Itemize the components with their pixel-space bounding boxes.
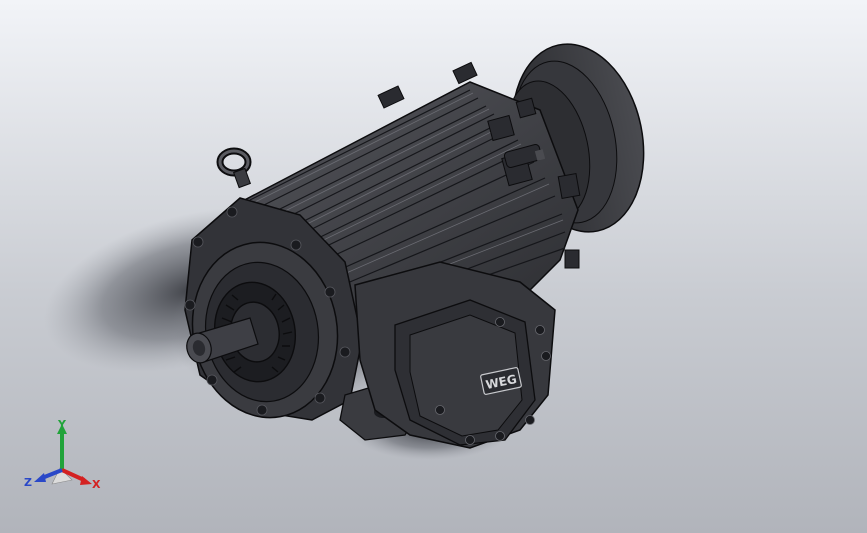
x-axis-arrowhead — [80, 476, 92, 485]
graphics-viewport[interactable]: WEG Y X Z — [0, 0, 867, 533]
lifting-eye-bolt[interactable] — [216, 147, 252, 189]
electric-motor-model[interactable]: WEG — [0, 0, 867, 533]
x-axis-label: X — [92, 478, 101, 491]
y-axis-label: Y — [57, 418, 67, 431]
view-orientation-triad[interactable]: Y X Z — [22, 418, 112, 498]
z-axis-label: Z — [24, 476, 32, 489]
z-axis-arrowhead — [34, 473, 46, 482]
